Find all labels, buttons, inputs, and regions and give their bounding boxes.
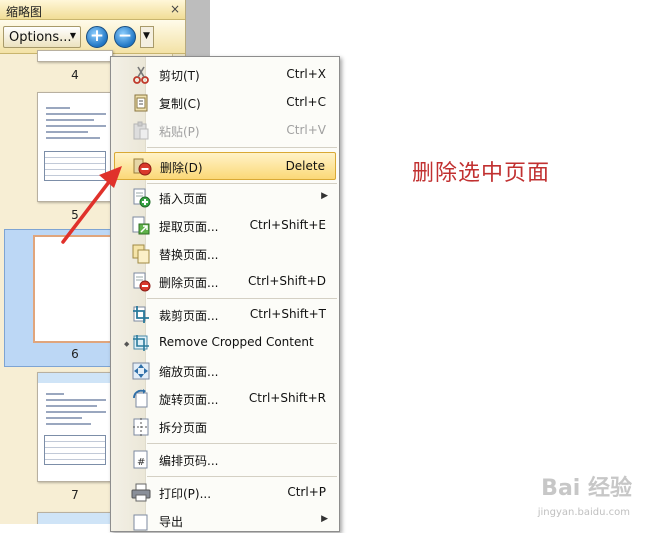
options-button[interactable]: Options... ▼: [3, 26, 81, 48]
menu-item-label: 粘贴(P): [159, 125, 200, 139]
menu-item-label: 替换页面...: [159, 248, 219, 262]
submenu-arrow-icon: ▶: [321, 514, 328, 524]
bullet-icon: ◆: [124, 340, 130, 348]
zoom-in-button[interactable]: +: [86, 26, 108, 48]
print-icon: [131, 483, 151, 502]
menu-item-page-numbering[interactable]: # 编排页码...: [114, 448, 336, 472]
menu-separator: [147, 298, 337, 299]
zoom-out-button[interactable]: −: [114, 26, 136, 48]
menu-item-remove-cropped-content[interactable]: ◆ Remove Cropped Content: [114, 331, 336, 355]
split-page-icon: [133, 418, 149, 436]
close-icon[interactable]: ×: [170, 2, 180, 16]
menu-item-delete-page[interactable]: 删除页面... Ctrl+Shift+D: [114, 270, 336, 294]
copy-icon: [134, 94, 148, 112]
menu-item-scale-page[interactable]: 缩放页面...: [114, 359, 336, 383]
menu-item-label: 删除(D): [160, 161, 203, 175]
options-label: Options...: [9, 30, 72, 45]
menu-separator: [147, 476, 337, 477]
menu-item-label: 裁剪页面...: [159, 309, 219, 323]
menu-item-label: 复制(C): [159, 97, 201, 111]
menu-item-label: 插入页面: [159, 192, 208, 206]
menu-item-print[interactable]: 打印(P)... Ctrl+P: [114, 481, 336, 505]
page-thumbnail-4[interactable]: [37, 50, 113, 62]
zoom-menu-button[interactable]: ▼: [140, 26, 154, 48]
menu-separator: [147, 147, 337, 148]
replace-page-icon: [132, 244, 150, 264]
scissors-icon: [133, 66, 149, 84]
menu-item-crop-page[interactable]: 裁剪页面... Ctrl+Shift+T: [114, 303, 336, 327]
panel-title: 缩略图: [6, 5, 43, 19]
menu-separator: [147, 443, 337, 444]
page-thumbnail-8[interactable]: [37, 512, 113, 524]
menu-item-label: 打印(P)...: [159, 487, 212, 501]
page-thumbnail-5[interactable]: [37, 92, 113, 202]
menu-item-shortcut: Ctrl+P: [287, 485, 326, 499]
watermark-url: jingyan.baidu.com: [537, 507, 630, 518]
page-thumbnail-6[interactable]: [33, 235, 117, 343]
menu-item-rotate-page[interactable]: 旋转页面... Ctrl+Shift+R: [114, 387, 336, 411]
watermark-logo: Bai 经验: [541, 476, 632, 501]
menu-item-replace-page[interactable]: 替换页面...: [114, 242, 336, 266]
menu-item-label: Remove Cropped Content: [159, 335, 314, 349]
menu-item-shortcut: Ctrl+V: [286, 123, 326, 137]
menu-item-label: 删除页面...: [159, 276, 219, 290]
menu-item-delete[interactable]: 删除(D) Delete: [114, 152, 336, 180]
menu-item-shortcut: Ctrl+X: [286, 67, 326, 81]
menu-item-label: 剪切(T): [159, 69, 200, 83]
page-thumbnail-7[interactable]: [37, 372, 113, 482]
thumbnail-toolbar: Options... ▼ + − ▼: [0, 20, 185, 54]
menu-item-shortcut: Ctrl+Shift+R: [248, 391, 326, 405]
submenu-arrow-icon: ▶: [321, 191, 328, 201]
menu-item-extract-page[interactable]: 提取页面... Ctrl+Shift+E: [114, 214, 336, 238]
chevron-down-icon: ▼: [69, 31, 76, 40]
menu-item-insert-page[interactable]: 插入页面 ▶: [114, 186, 336, 210]
panel-title-bar: 缩略图 ×: [0, 0, 185, 20]
extract-page-icon: [132, 216, 150, 235]
delete-icon: [133, 158, 152, 176]
menu-item-shortcut: Ctrl+Shift+D: [248, 274, 326, 288]
insert-page-icon: [133, 188, 151, 208]
page-number-icon: #: [133, 450, 148, 469]
menu-item-paste: 粘贴(P) Ctrl+V: [114, 119, 336, 143]
svg-text:#: #: [137, 457, 145, 468]
menu-item-label: 导出: [159, 515, 184, 529]
menu-separator: [147, 183, 337, 184]
menu-item-export[interactable]: 导出 ▶: [114, 509, 336, 533]
menu-item-label: 提取页面...: [159, 220, 219, 234]
delete-page-icon: [133, 272, 151, 292]
minus-icon: −: [117, 26, 133, 46]
menu-item-shortcut: Delete: [285, 159, 325, 173]
menu-item-shortcut: Ctrl+Shift+T: [249, 307, 326, 321]
crop-page-icon: [133, 306, 149, 323]
context-menu: 剪切(T) Ctrl+X 复制(C) Ctrl+C 粘贴(P) Ctrl+V 删…: [110, 56, 340, 532]
plus-icon: +: [89, 26, 105, 46]
scale-page-icon: [132, 362, 150, 380]
menu-item-shortcut: Ctrl+Shift+E: [249, 218, 326, 232]
menu-item-split-page[interactable]: 拆分页面: [114, 415, 336, 439]
remove-crop-icon: [133, 335, 149, 351]
export-icon: [133, 514, 148, 531]
chevron-down-icon: ▼: [143, 31, 150, 41]
menu-item-cut[interactable]: 剪切(T) Ctrl+X: [114, 63, 336, 87]
menu-item-shortcut: Ctrl+C: [286, 95, 326, 109]
menu-item-label: 旋转页面...: [159, 393, 219, 407]
annotation-text: 删除选中页面: [412, 161, 551, 186]
rotate-page-icon: [133, 389, 148, 408]
paste-icon: [133, 121, 149, 140]
menu-item-label: 编排页码...: [159, 454, 219, 468]
menu-item-label: 缩放页面...: [159, 365, 219, 379]
menu-item-label: 拆分页面: [159, 421, 208, 435]
menu-item-copy[interactable]: 复制(C) Ctrl+C: [114, 91, 336, 115]
